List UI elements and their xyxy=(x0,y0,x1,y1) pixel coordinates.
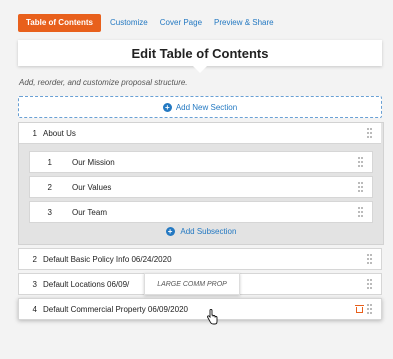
subsection-number: 1 xyxy=(47,157,52,167)
hand-cursor-icon xyxy=(207,309,218,325)
subsection-name: Our Team xyxy=(72,207,107,217)
subsection-row-our-mission[interactable]: 1 Our Mission xyxy=(29,151,373,173)
section-tooltip: LARGE COMM PROP xyxy=(144,273,240,295)
drag-handle-icon[interactable] xyxy=(358,182,364,192)
section-number: 2 xyxy=(32,254,37,264)
trash-icon[interactable] xyxy=(355,305,364,313)
drag-handle-icon[interactable] xyxy=(367,279,373,289)
section-name: Default Basic Policy Info 06/24/2020 xyxy=(43,254,172,264)
section-row-about-us[interactable]: 1 About Us xyxy=(19,123,381,144)
tab-customize[interactable]: Customize xyxy=(110,14,148,32)
section-number: 3 xyxy=(32,279,37,289)
subsection-row-our-values[interactable]: 2 Our Values xyxy=(29,176,373,198)
tab-preview-share[interactable]: Preview & Share xyxy=(214,14,274,32)
drag-handle-icon[interactable] xyxy=(367,254,373,264)
add-new-section-button[interactable]: + Add New Section xyxy=(18,96,382,118)
section-row-basic-policy-info[interactable]: 2 Default Basic Policy Info 06/24/2020 xyxy=(18,248,382,270)
drag-handle-icon[interactable] xyxy=(358,157,364,167)
plus-circle-icon: + xyxy=(165,227,175,236)
plus-circle-icon: + xyxy=(162,102,172,112)
header-pointer xyxy=(193,66,207,73)
add-new-section-label: Add New Section xyxy=(175,102,238,112)
subsection-row-our-team[interactable]: 3 Our Team xyxy=(29,201,373,223)
section-name: Default Commercial Property 06/09/2020 xyxy=(43,304,188,314)
add-subsection-label: Add Subsection xyxy=(180,227,237,236)
section-number: 4 xyxy=(32,304,37,314)
section-name: About Us xyxy=(43,128,76,138)
page-title: Edit Table of Contents xyxy=(18,40,382,66)
drag-handle-icon[interactable] xyxy=(358,207,364,217)
tab-cover-page[interactable]: Cover Page xyxy=(160,14,202,32)
section-row-commercial-property[interactable]: 4 Default Commercial Property 06/09/2020 xyxy=(18,298,382,320)
subsection-number: 3 xyxy=(47,207,52,217)
section-group-about-us: 1 About Us 1 Our Mission 2 Our Values 3 … xyxy=(18,122,384,245)
drag-handle-icon[interactable] xyxy=(367,304,373,314)
tab-bar: Table of Contents Customize Cover Page P… xyxy=(18,14,286,32)
tab-table-of-contents[interactable]: Table of Contents xyxy=(18,14,101,32)
subsection-name: Our Mission xyxy=(72,157,115,167)
subsection-name: Our Values xyxy=(72,182,112,192)
drag-handle-icon[interactable] xyxy=(367,128,373,138)
add-subsection-button[interactable]: + Add Subsection xyxy=(19,227,383,236)
subsection-number: 2 xyxy=(47,182,52,192)
page-subtitle: Add, reorder, and customize proposal str… xyxy=(19,78,188,87)
section-number: 1 xyxy=(32,128,37,138)
